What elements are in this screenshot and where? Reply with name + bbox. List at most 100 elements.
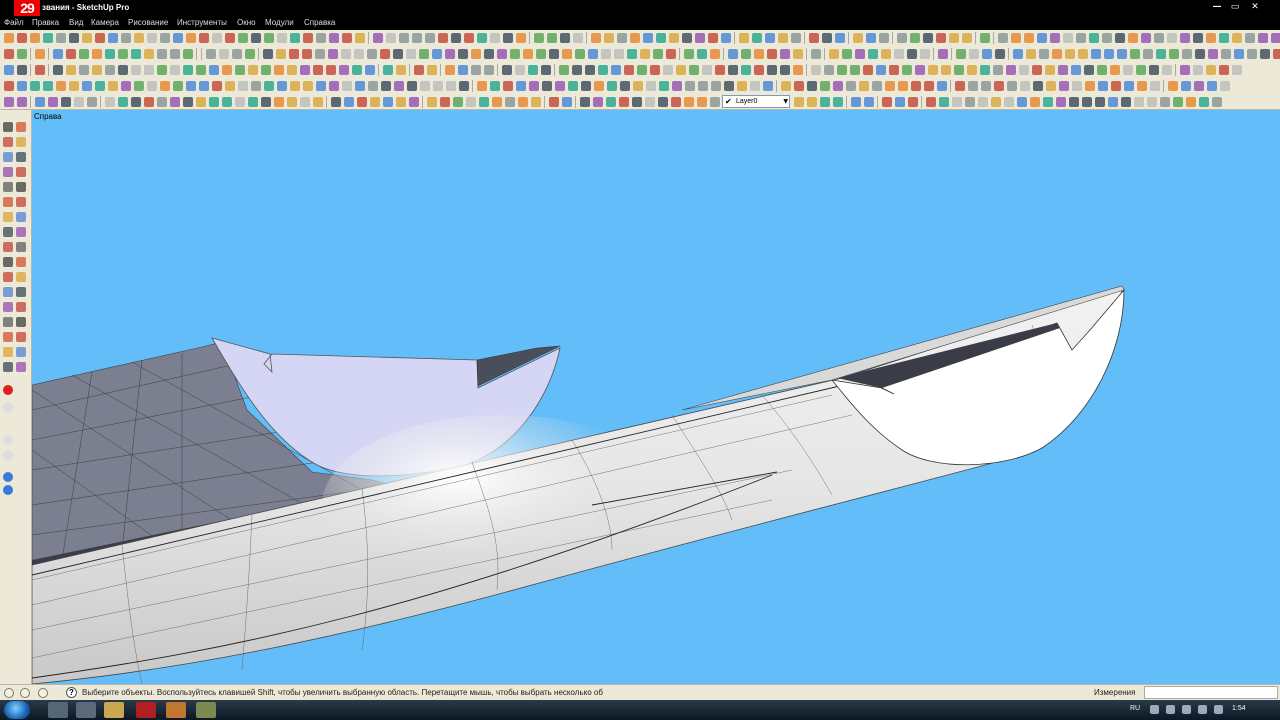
- toolbar-tool-icon[interactable]: [1167, 33, 1177, 43]
- toolbar-tool-icon[interactable]: [1065, 49, 1075, 59]
- layer-dropdown[interactable]: ✔ Layer0 ▼: [722, 95, 790, 108]
- toolbar-tool-icon[interactable]: [17, 81, 27, 91]
- help-icon[interactable]: ?: [66, 687, 77, 698]
- model-scene[interactable]: [32, 110, 1280, 684]
- toolbar-tool-icon[interactable]: [627, 49, 637, 59]
- toolbar-tool-icon[interactable]: [698, 81, 708, 91]
- toolbar-tool-icon[interactable]: [585, 65, 595, 75]
- toolbar-tool-icon[interactable]: [1085, 81, 1095, 91]
- toolbar-tool-icon[interactable]: [458, 49, 468, 59]
- toolbar-tool-icon[interactable]: [30, 81, 40, 91]
- toolbar-tool-icon[interactable]: [315, 49, 325, 59]
- toolbar-tool-icon[interactable]: [1058, 65, 1068, 75]
- geo-location-icon[interactable]: [4, 688, 14, 698]
- tray-icon[interactable]: [1182, 705, 1191, 714]
- left-tool-icon[interactable]: [3, 402, 13, 412]
- toolbar-tool-icon[interactable]: [536, 49, 546, 59]
- toolbar-tool-icon[interactable]: [881, 49, 891, 59]
- toolbar-tool-icon[interactable]: [170, 49, 180, 59]
- toolbar-tool-icon[interactable]: [851, 97, 861, 107]
- toolbar-tool-icon[interactable]: [1046, 81, 1056, 91]
- left-tool-icon[interactable]: [16, 287, 26, 297]
- toolbar-tool-icon[interactable]: [809, 33, 819, 43]
- toolbar-tool-icon[interactable]: [1072, 81, 1082, 91]
- toolbar-tool-icon[interactable]: [1006, 65, 1016, 75]
- menu-plugins[interactable]: Модули: [265, 17, 294, 29]
- toolbar-tool-icon[interactable]: [1181, 81, 1191, 91]
- left-tool-icon[interactable]: [16, 332, 26, 342]
- toolbar-tool-icon[interactable]: [326, 65, 336, 75]
- toolbar-tool-icon[interactable]: [868, 49, 878, 59]
- toolbar-tool-icon[interactable]: [962, 33, 972, 43]
- toolbar-tool-icon[interactable]: [780, 65, 790, 75]
- toolbar-tool-icon[interactable]: [466, 97, 476, 107]
- toolbar-tool-icon[interactable]: [1102, 33, 1112, 43]
- toolbar-tool-icon[interactable]: [432, 49, 442, 59]
- left-tool-icon[interactable]: [3, 435, 13, 445]
- tray-icon[interactable]: [1166, 705, 1175, 714]
- toolbar-tool-icon[interactable]: [235, 97, 245, 107]
- toolbar-tool-icon[interactable]: [604, 33, 614, 43]
- toolbar-tool-icon[interactable]: [518, 97, 528, 107]
- toolbar-tool-icon[interactable]: [264, 81, 274, 91]
- left-tool-icon[interactable]: [3, 197, 13, 207]
- toolbar-tool-icon[interactable]: [1221, 49, 1231, 59]
- toolbar-tool-icon[interactable]: [183, 97, 193, 107]
- toolbar-tool-icon[interactable]: [697, 49, 707, 59]
- maximize-button[interactable]: ▭: [1226, 1, 1244, 13]
- toolbar-tool-icon[interactable]: [791, 33, 801, 43]
- left-tool-icon[interactable]: [3, 485, 13, 495]
- toolbar-tool-icon[interactable]: [1193, 65, 1203, 75]
- toolbar-tool-icon[interactable]: [523, 49, 533, 59]
- toolbar-tool-icon[interactable]: [82, 81, 92, 91]
- toolbar-tool-icon[interactable]: [643, 33, 653, 43]
- toolbar-tool-icon[interactable]: [978, 97, 988, 107]
- chevron-down-icon[interactable]: ▼: [783, 96, 788, 107]
- toolbar-tool-icon[interactable]: [793, 49, 803, 59]
- taskbar-app-2[interactable]: [76, 702, 96, 718]
- toolbar-tool-icon[interactable]: [624, 65, 634, 75]
- left-tool-icon[interactable]: [16, 137, 26, 147]
- toolbar-tool-icon[interactable]: [1232, 65, 1242, 75]
- left-tool-icon[interactable]: [3, 385, 13, 395]
- toolbar-tool-icon[interactable]: [303, 81, 313, 91]
- toolbar-tool-icon[interactable]: [952, 97, 962, 107]
- toolbar-tool-icon[interactable]: [1180, 33, 1190, 43]
- toolbar-tool-icon[interactable]: [767, 49, 777, 59]
- toolbar-tool-icon[interactable]: [656, 33, 666, 43]
- toolbar-tool-icon[interactable]: [547, 33, 557, 43]
- taskbar-app-3[interactable]: [166, 702, 186, 718]
- toolbar-tool-icon[interactable]: [199, 33, 209, 43]
- toolbar-tool-icon[interactable]: [1156, 49, 1166, 59]
- toolbar-tool-icon[interactable]: [728, 65, 738, 75]
- toolbar-tool-icon[interactable]: [118, 65, 128, 75]
- toolbar-tool-icon[interactable]: [238, 81, 248, 91]
- toolbar-tool-icon[interactable]: [445, 49, 455, 59]
- left-tool-icon[interactable]: [16, 317, 26, 327]
- toolbar-tool-icon[interactable]: [1013, 49, 1023, 59]
- toolbar-tool-icon[interactable]: [1019, 65, 1029, 75]
- toolbar-tool-icon[interactable]: [183, 49, 193, 59]
- left-tool-icon[interactable]: [3, 287, 13, 297]
- toolbar-tool-icon[interactable]: [412, 33, 422, 43]
- toolbar-tool-icon[interactable]: [710, 97, 720, 107]
- toolbar-tool-icon[interactable]: [829, 49, 839, 59]
- toolbar-tool-icon[interactable]: [170, 97, 180, 107]
- toolbar-tool-icon[interactable]: [645, 97, 655, 107]
- left-tool-icon[interactable]: [16, 122, 26, 132]
- taskbar-app-1[interactable]: [48, 702, 68, 718]
- toolbar-tool-icon[interactable]: [121, 33, 131, 43]
- toolbar-tool-icon[interactable]: [562, 97, 572, 107]
- toolbar-tool-icon[interactable]: [354, 49, 364, 59]
- toolbar-tool-icon[interactable]: [183, 65, 193, 75]
- toolbar-tool-icon[interactable]: [658, 97, 668, 107]
- toolbar-tool-icon[interactable]: [1199, 97, 1209, 107]
- toolbar-tool-icon[interactable]: [1162, 65, 1172, 75]
- left-tool-icon[interactable]: [16, 302, 26, 312]
- toolbar-tool-icon[interactable]: [134, 33, 144, 43]
- toolbar-tool-icon[interactable]: [982, 49, 992, 59]
- toolbar-tool-icon[interactable]: [383, 97, 393, 107]
- toolbar-tool-icon[interactable]: [313, 97, 323, 107]
- toolbar-tool-icon[interactable]: [399, 33, 409, 43]
- toolbar-tool-icon[interactable]: [490, 81, 500, 91]
